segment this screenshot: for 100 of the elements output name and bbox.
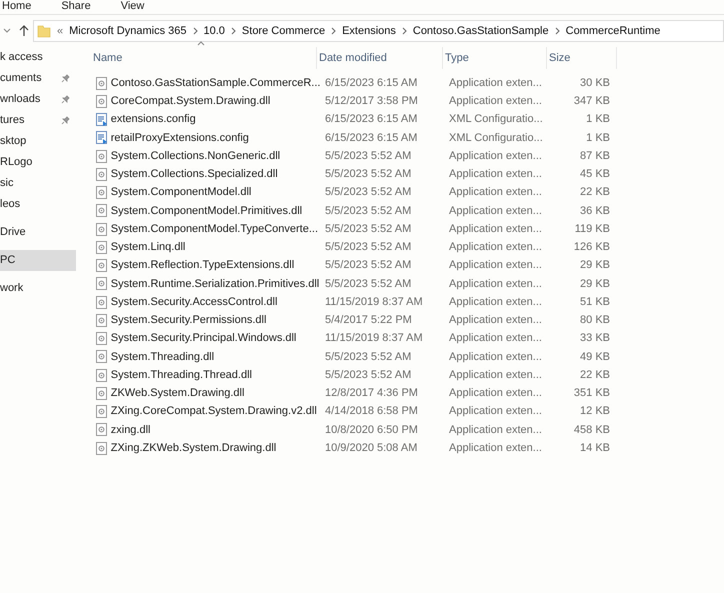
file-name[interactable]: System.ComponentModel.TypeConverte... bbox=[110, 220, 318, 238]
file-type: Application exten... bbox=[448, 167, 543, 182]
file-type: Application exten... bbox=[448, 185, 543, 200]
column-header[interactable]: Name bbox=[91, 47, 317, 69]
file-size: 126 KB bbox=[572, 240, 611, 256]
file-type: Application exten... bbox=[448, 386, 543, 402]
ribbon-tab[interactable]: View bbox=[120, 0, 144, 12]
file-size: 45 KB bbox=[579, 167, 611, 182]
file-name[interactable]: ZXing.CoreCompat.System.Drawing.v2.dll bbox=[110, 403, 317, 420]
date-modified: 5/5/2023 5:52 AM bbox=[324, 368, 412, 383]
breadcrumb[interactable]: CommerceRuntime bbox=[566, 22, 660, 40]
dll-file-icon bbox=[95, 350, 108, 364]
dll-file-icon bbox=[95, 442, 108, 455]
file-type: Application exten... bbox=[448, 350, 543, 365]
sidebar-item[interactable]: RLogo bbox=[0, 152, 76, 173]
sidebar-item[interactable]: sic bbox=[0, 173, 76, 194]
dll-file-icon bbox=[95, 76, 108, 90]
sidebar-item[interactable]: Drive bbox=[0, 222, 76, 243]
file-name[interactable]: System.Reflection.TypeExtensions.dll bbox=[110, 257, 294, 274]
file-size: 22 KB bbox=[579, 185, 611, 200]
chevron-right-icon bbox=[402, 27, 407, 35]
file-name[interactable]: CoreCompat.System.Drawing.dll bbox=[110, 93, 270, 110]
file-size: 1 KB bbox=[585, 130, 611, 146]
date-modified: 11/15/2019 8:37 AM bbox=[324, 294, 424, 310]
file-size: 80 KB bbox=[579, 313, 611, 328]
file-name[interactable]: zxing.dll bbox=[110, 422, 150, 438]
file-name[interactable]: System.Runtime.Serialization.Primitives.dll bbox=[110, 276, 320, 292]
file-name[interactable]: ZXing.ZKWeb.System.Drawing.dll bbox=[110, 440, 276, 456]
dll-file-icon bbox=[95, 368, 108, 382]
folder-icon bbox=[37, 24, 51, 38]
file-name[interactable]: System.Threading.Thread.dll bbox=[110, 366, 252, 384]
file-size: 351 KB bbox=[572, 386, 611, 402]
breadcrumb[interactable]: 10.0 bbox=[204, 22, 225, 40]
file-name[interactable]: retailProxyExtensions.config bbox=[110, 130, 249, 146]
file-size: 347 KB bbox=[572, 94, 611, 110]
sort-caret-icon bbox=[197, 41, 205, 46]
file-size: 458 KB bbox=[572, 422, 611, 438]
sidebar-item[interactable]: work bbox=[0, 278, 76, 299]
ribbon-tab[interactable]: Share bbox=[61, 0, 91, 12]
sidebar-item[interactable]: cuments bbox=[0, 68, 76, 89]
chevron-down-icon[interactable] bbox=[3, 28, 11, 34]
file-size: 12 KB bbox=[579, 404, 611, 420]
date-modified: 11/15/2019 8:37 AM bbox=[324, 331, 424, 346]
dll-file-icon bbox=[95, 168, 108, 181]
file-name[interactable]: System.ComponentModel.Primitives.dll bbox=[110, 202, 302, 220]
file-size: 36 KB bbox=[579, 204, 611, 219]
dll-file-icon bbox=[95, 204, 108, 218]
dll-file-icon bbox=[95, 259, 108, 272]
sidebar-item[interactable]: wnloads bbox=[0, 89, 76, 110]
up-arrow-icon[interactable] bbox=[19, 25, 29, 37]
file-type: Application exten... bbox=[448, 222, 543, 237]
file-name[interactable]: System.Collections.Specialized.dll bbox=[110, 166, 278, 183]
dll-file-icon bbox=[95, 94, 108, 108]
file-name[interactable]: System.Security.Permissions.dll bbox=[110, 312, 266, 329]
file-name[interactable]: Contoso.GasStationSample.CommerceR... bbox=[110, 74, 320, 92]
sidebar-item[interactable]: sktop bbox=[0, 131, 76, 152]
ribbon-tab[interactable]: Home bbox=[2, 0, 32, 12]
file-name[interactable]: System.Security.AccessControl.dll bbox=[110, 294, 278, 310]
sidebar-item[interactable]: PC bbox=[0, 250, 76, 271]
file-name[interactable]: ZKWeb.System.Drawing.dll bbox=[110, 385, 244, 402]
breadcrumb[interactable]: Contoso.GasStationSample bbox=[412, 22, 549, 40]
column-header[interactable]: Size bbox=[547, 47, 617, 69]
file-type: Application exten... bbox=[448, 422, 543, 438]
dll-file-icon bbox=[95, 296, 108, 309]
date-modified: 4/14/2018 6:58 PM bbox=[324, 404, 419, 420]
file-size: 30 KB bbox=[579, 76, 611, 91]
file-size: 1 KB bbox=[585, 112, 611, 128]
column-header[interactable]: Type bbox=[443, 47, 547, 69]
breadcrumb[interactable]: Store Commerce bbox=[242, 22, 326, 40]
date-modified: 5/12/2017 3:58 PM bbox=[324, 94, 419, 110]
dll-file-icon bbox=[95, 277, 108, 290]
date-modified: 5/5/2023 5:52 AM bbox=[324, 350, 412, 365]
chevron-right-icon bbox=[554, 27, 560, 35]
file-name[interactable]: System.Security.Principal.Windows.dll bbox=[110, 330, 296, 347]
date-modified: 6/15/2023 6:15 AM bbox=[324, 76, 418, 91]
file-size: 22 KB bbox=[579, 368, 611, 383]
breadcrumb[interactable]: Microsoft Dynamics 365 bbox=[69, 22, 186, 40]
dll-file-icon bbox=[95, 386, 108, 400]
column-header[interactable]: Date modified bbox=[317, 47, 443, 69]
sidebar-item[interactable]: leos bbox=[0, 194, 76, 215]
file-size: 49 KB bbox=[579, 350, 611, 365]
date-modified: 10/8/2020 6:50 PM bbox=[324, 422, 419, 438]
file-name[interactable]: System.Threading.dll bbox=[110, 348, 214, 366]
sidebar-item[interactable]: tures bbox=[0, 110, 76, 131]
chevron-right-icon bbox=[192, 27, 198, 35]
file-name[interactable]: System.Linq.dll bbox=[110, 239, 186, 256]
file-type: Application exten... bbox=[448, 276, 543, 292]
breadcrumb-overflow[interactable]: « bbox=[57, 22, 64, 40]
sidebar-item[interactable]: k access bbox=[0, 47, 76, 68]
dll-file-icon bbox=[95, 222, 108, 236]
address-bar[interactable]: « Microsoft Dynamics 365 10.0 Store Commerce Extensions Contoso.GasStationSample CommerceRuntime bbox=[33, 20, 724, 42]
file-name[interactable]: System.ComponentModel.dll bbox=[110, 184, 252, 201]
date-modified: 6/15/2023 6:15 AM bbox=[324, 112, 418, 128]
file-name[interactable]: extensions.config bbox=[110, 111, 196, 128]
date-modified: 5/5/2023 5:52 AM bbox=[324, 276, 412, 292]
file-type: Application exten... bbox=[448, 313, 543, 328]
file-type: Application exten... bbox=[448, 258, 543, 274]
file-name[interactable]: System.Collections.NonGeneric.dll bbox=[110, 148, 280, 164]
breadcrumb[interactable]: Extensions bbox=[342, 22, 396, 40]
file-type: Application exten... bbox=[448, 76, 543, 91]
